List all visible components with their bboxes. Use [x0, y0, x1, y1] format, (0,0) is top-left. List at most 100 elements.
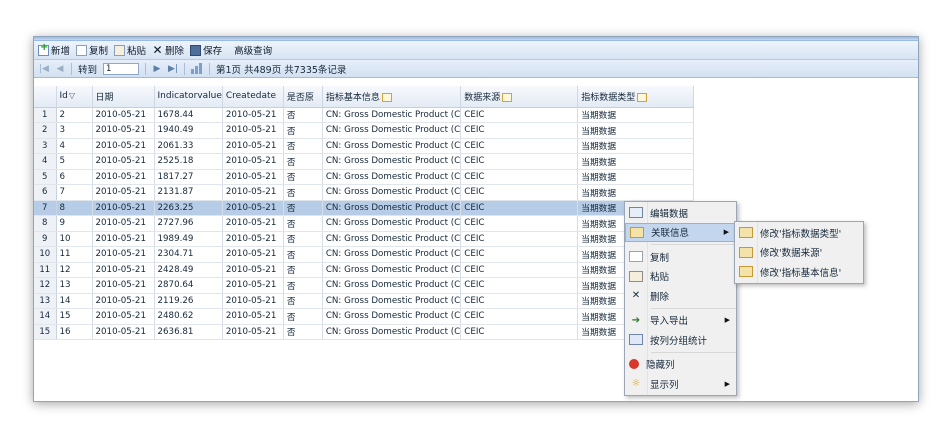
cell-indicator-info[interactable]: CN: Gross Domestic Product (C — [322, 200, 462, 216]
cell-indicator-info[interactable]: CN: Gross Domestic Product (C — [322, 324, 462, 340]
cell-createdate[interactable]: 2010-05-21 — [222, 200, 284, 216]
cell-id[interactable]: 7 — [56, 184, 93, 201]
header-date[interactable]: 日期 — [92, 86, 155, 108]
add-button[interactable]: 新增 — [38, 43, 70, 57]
cell-is-original[interactable]: 否 — [283, 246, 323, 263]
cell-date[interactable]: 2010-05-21 — [92, 293, 155, 309]
cell-id[interactable]: 8 — [56, 200, 93, 216]
menu-item-link[interactable]: 关联信息 ▶ — [625, 222, 736, 242]
cell-indicator-info[interactable]: CN: Gross Domestic Product (C — [322, 107, 462, 123]
cell-indicator-info[interactable]: CN: Gross Domestic Product (C — [322, 169, 462, 185]
cell-id[interactable]: 14 — [56, 293, 93, 309]
cell-data-source[interactable]: CEIC — [460, 293, 579, 309]
first-page-icon[interactable]: |◀ — [39, 64, 49, 74]
cell-createdate[interactable]: 2010-05-21 — [222, 169, 284, 185]
cell-is-original[interactable]: 否 — [283, 138, 323, 154]
cell-is-original[interactable]: 否 — [283, 277, 323, 294]
cell-data-source[interactable]: CEIC — [460, 200, 579, 216]
cell-data-source[interactable]: CEIC — [460, 215, 579, 232]
cell-indicatorvalue[interactable]: 2636.81 — [154, 324, 223, 340]
table-row[interactable]: 10 11 2010-05-21 2304.71 2010-05-21 否 CN: Gros… — [34, 246, 695, 263]
cell-id[interactable]: 6 — [56, 169, 93, 185]
cell-data-source[interactable]: CEIC — [460, 169, 579, 185]
table-row[interactable]: 13 14 2010-05-21 2119.26 2010-05-21 否 CN: Gros… — [34, 293, 695, 309]
cell-date[interactable]: 2010-05-21 — [92, 169, 155, 185]
cell-id[interactable]: 10 — [56, 231, 93, 247]
cell-is-original[interactable]: 否 — [283, 107, 323, 123]
cell-indicatorvalue[interactable]: 2525.18 — [154, 153, 223, 170]
cell-createdate[interactable]: 2010-05-21 — [222, 107, 284, 123]
cell-data-source[interactable]: CEIC — [460, 262, 579, 278]
table-row[interactable]: 14 15 2010-05-21 2480.62 2010-05-21 否 CN: Gros… — [34, 308, 695, 325]
cell-date[interactable]: 2010-05-21 — [92, 231, 155, 247]
cell-createdate[interactable]: 2010-05-21 — [222, 277, 284, 294]
table-row[interactable]: 15 16 2010-05-21 2636.81 2010-05-21 否 CN: Gros… — [34, 324, 695, 340]
table-row[interactable]: 2 3 2010-05-21 1940.49 2010-05-21 否 CN: Gross … — [34, 122, 695, 139]
cell-indicator-info[interactable]: CN: Gross Domestic Product (C — [322, 153, 462, 170]
cell-id[interactable]: 12 — [56, 262, 93, 278]
cell-date[interactable]: 2010-05-21 — [92, 153, 155, 170]
cell-indicatorvalue[interactable]: 2061.33 — [154, 138, 223, 154]
cell-createdate[interactable]: 2010-05-21 — [222, 184, 284, 201]
submenu-item[interactable]: 修改'指标数据类型' — [735, 223, 863, 243]
cell-createdate[interactable]: 2010-05-21 — [222, 231, 284, 247]
cell-id[interactable]: 15 — [56, 308, 93, 325]
menu-item-delete[interactable]: ✕ 删除 — [625, 286, 736, 306]
cell-date[interactable]: 2010-05-21 — [92, 277, 155, 294]
cell-date[interactable]: 2010-05-21 — [92, 308, 155, 325]
cell-createdate[interactable]: 2010-05-21 — [222, 138, 284, 154]
cell-indicator-info[interactable]: CN: Gross Domestic Product (C — [322, 246, 462, 263]
table-row[interactable]: 8 9 2010-05-21 2727.96 2010-05-21 否 CN: Gross … — [34, 215, 695, 232]
cell-data-type[interactable]: 当期数据 — [577, 138, 695, 154]
cell-date[interactable]: 2010-05-21 — [92, 184, 155, 201]
header-createdate[interactable]: Createdate — [222, 86, 284, 108]
delete-button[interactable]: ✕ 删除 — [152, 43, 185, 57]
menu-item-show-column[interactable]: ☼ 显示列 ▶ — [625, 374, 736, 394]
menu-item-group-stats[interactable]: 按列分组统计 — [625, 330, 736, 350]
cell-date[interactable]: 2010-05-21 — [92, 215, 155, 232]
cell-indicator-info[interactable]: CN: Gross Domestic Product (C — [322, 215, 462, 232]
header-is-original[interactable]: 是否原 — [283, 86, 323, 108]
header-data-source[interactable]: 数据来源 — [460, 86, 579, 108]
cell-id[interactable]: 16 — [56, 324, 93, 340]
cell-id[interactable]: 3 — [56, 122, 93, 139]
cell-date[interactable]: 2010-05-21 — [92, 200, 155, 216]
menu-item-paste[interactable]: 粘贴 — [625, 267, 736, 287]
paste-button[interactable]: 粘贴 — [114, 43, 146, 57]
cell-is-original[interactable]: 否 — [283, 169, 323, 185]
table-row[interactable]: 7 8 2010-05-21 2263.25 2010-05-21 否 CN: Gross … — [34, 200, 695, 216]
table-row[interactable]: 5 6 2010-05-21 1817.27 2010-05-21 否 CN: Gross … — [34, 169, 695, 185]
cell-data-type[interactable]: 当期数据 — [577, 122, 695, 139]
cell-indicatorvalue[interactable]: 2480.62 — [154, 308, 223, 325]
cell-indicatorvalue[interactable]: 2304.71 — [154, 246, 223, 263]
cell-data-type[interactable]: 当期数据 — [577, 184, 695, 201]
cell-indicator-info[interactable]: CN: Gross Domestic Product (C — [322, 184, 462, 201]
cell-data-source[interactable]: CEIC — [460, 246, 579, 263]
cell-indicatorvalue[interactable]: 2131.87 — [154, 184, 223, 201]
advanced-query-button[interactable]: 高级查询 — [234, 43, 272, 57]
cell-indicatorvalue[interactable]: 1678.44 — [154, 107, 223, 123]
cell-data-type[interactable]: 当期数据 — [577, 169, 695, 185]
save-button[interactable]: 保存 — [190, 43, 222, 57]
cell-indicatorvalue[interactable]: 2119.26 — [154, 293, 223, 309]
menu-item-edit[interactable]: 编辑数据 — [625, 203, 736, 223]
menu-item-copy[interactable]: 复制 — [625, 247, 736, 267]
cell-createdate[interactable]: 2010-05-21 — [222, 215, 284, 232]
cell-date[interactable]: 2010-05-21 — [92, 262, 155, 278]
cell-createdate[interactable]: 2010-05-21 — [222, 153, 284, 170]
cell-createdate[interactable]: 2010-05-21 — [222, 308, 284, 325]
cell-id[interactable]: 4 — [56, 138, 93, 154]
cell-id[interactable]: 13 — [56, 277, 93, 294]
cell-data-source[interactable]: CEIC — [460, 324, 579, 340]
table-row[interactable]: 11 12 2010-05-21 2428.49 2010-05-21 否 CN: Gros… — [34, 262, 695, 278]
cell-is-original[interactable]: 否 — [283, 122, 323, 139]
cell-indicatorvalue[interactable]: 1940.49 — [154, 122, 223, 139]
cell-is-original[interactable]: 否 — [283, 262, 323, 278]
cell-is-original[interactable]: 否 — [283, 215, 323, 232]
cell-indicator-info[interactable]: CN: Gross Domestic Product (C — [322, 138, 462, 154]
cell-createdate[interactable]: 2010-05-21 — [222, 324, 284, 340]
cell-is-original[interactable]: 否 — [283, 293, 323, 309]
cell-createdate[interactable]: 2010-05-21 — [222, 293, 284, 309]
cell-indicatorvalue[interactable]: 2428.49 — [154, 262, 223, 278]
menu-item-hide-column[interactable]: 隐藏列 — [625, 355, 736, 375]
